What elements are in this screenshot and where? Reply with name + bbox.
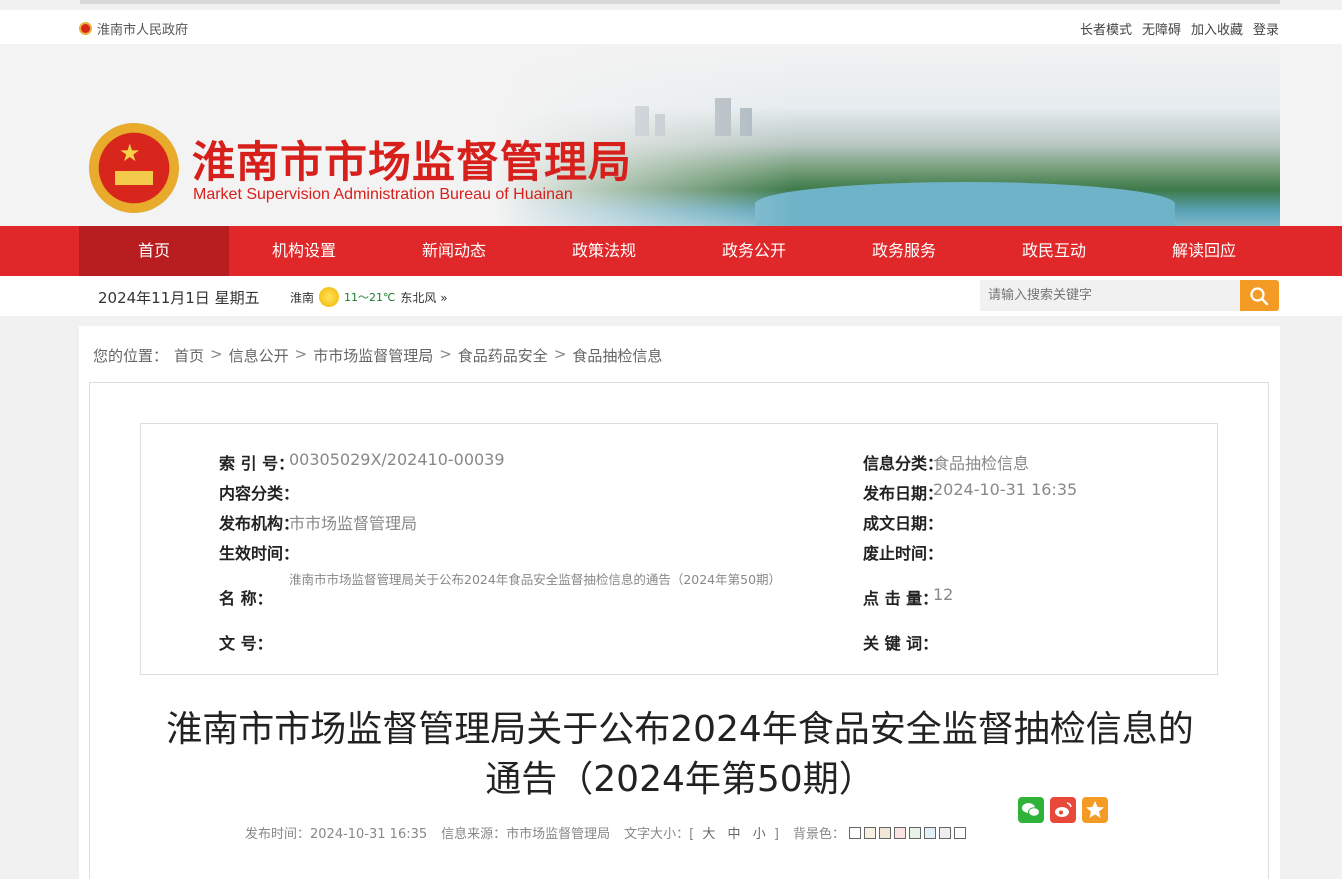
- search-icon: [1250, 287, 1269, 306]
- breadcrumb-separator: >: [294, 345, 308, 363]
- breadcrumb: 您的位置： 首页 > 信息公开 > 市市场监督管理局 > 食品药品安全 > 食品…: [93, 345, 662, 366]
- weather-widget[interactable]: 淮南 11～21℃ 东北风 »: [290, 287, 448, 307]
- national-emblem-logo: ★: [89, 123, 179, 215]
- nav-item-home[interactable]: 首页: [79, 226, 229, 276]
- top-strip-bar: [80, 0, 1280, 4]
- main-content: 您的位置： 首页 > 信息公开 > 市市场监督管理局 > 食品药品安全 > 食品…: [79, 326, 1280, 879]
- gov-home-link[interactable]: 淮南市人民政府: [79, 19, 188, 38]
- nav-item-organization[interactable]: 机构设置: [229, 226, 379, 276]
- article-title-line1: 淮南市市场监督管理局关于公布2024年食品安全监督抽检信息的: [166, 709, 1194, 750]
- effective-label: 生效时间：: [219, 544, 300, 563]
- article-panel: 索 引 号： 00305029X/202410-00039 信息分类： 食品抽检…: [89, 382, 1269, 879]
- breadcrumb-bureau[interactable]: 市市场监督管理局: [313, 345, 433, 366]
- org-value: 市市场监督管理局: [289, 514, 418, 533]
- site-title-en: Market Supervision Administration Bureau…: [193, 186, 573, 203]
- article-title: 淮南市市场监督管理局关于公布2024年食品安全监督抽检信息的 通告（2024年第…: [130, 705, 1230, 805]
- bg-color-swatch[interactable]: [938, 826, 951, 839]
- nav-item-services[interactable]: 政务服务: [829, 226, 979, 276]
- name-value: 淮南市市场监督管理局关于公布2024年食品安全监督抽检信息的通告（2024年第5…: [289, 572, 782, 587]
- breadcrumb-separator: >: [553, 345, 567, 363]
- top-bar: 淮南市人民政府 长者模式 无障碍 加入收藏 登录: [0, 10, 1342, 44]
- breadcrumb-food-inspection[interactable]: 食品抽检信息: [572, 345, 662, 366]
- top-strip: [0, 0, 1342, 10]
- bg-color-swatch[interactable]: [953, 826, 966, 839]
- org-label: 发布机构：: [219, 514, 300, 533]
- info-source: 信息来源：市市场监督管理局: [441, 827, 611, 842]
- index-value: 00305029X/202410-00039: [289, 450, 505, 469]
- font-large-link[interactable]: 大: [702, 827, 715, 842]
- favorite-star-icon[interactable]: [1082, 797, 1108, 823]
- bg-color-swatch[interactable]: [848, 826, 861, 839]
- pubdate-value: 2024-10-31 16:35: [933, 480, 1078, 499]
- name-label: 名 称：: [219, 589, 273, 608]
- bg-color-swatch[interactable]: [878, 826, 891, 839]
- bg-color-label: 背景色：: [792, 827, 845, 842]
- breadcrumb-separator: >: [439, 345, 452, 363]
- clicks-value: 12: [933, 585, 954, 604]
- wechat-share-icon[interactable]: [1018, 797, 1044, 823]
- font-size-close: ]: [773, 827, 779, 842]
- metadata-table: 索 引 号： 00305029X/202410-00039 信息分类： 食品抽检…: [140, 423, 1218, 675]
- font-small-link[interactable]: 小: [753, 827, 766, 842]
- content-category-label: 内容分类：: [219, 484, 300, 503]
- weather-city: 淮南: [290, 290, 315, 305]
- clicks-label: 点 击 量：: [863, 589, 939, 608]
- breadcrumb-separator: >: [210, 345, 223, 363]
- docno-label: 文 号：: [219, 634, 273, 653]
- login-link[interactable]: 登录: [1253, 19, 1279, 38]
- index-label: 索 引 号：: [219, 454, 295, 473]
- bg-color-swatches: [848, 826, 966, 839]
- font-medium-link[interactable]: 中: [728, 827, 741, 842]
- font-size-control: 文字大小：[ 大 中 小 ]: [624, 823, 779, 842]
- font-size-label: 文字大小：[: [624, 827, 695, 842]
- nav-item-gov-info[interactable]: 政务公开: [679, 226, 829, 276]
- expire-label: 废止时间：: [863, 544, 944, 563]
- main-nav: 首页 机构设置 新闻动态 政策法规 政务公开 政务服务 政民互动 解读回应: [0, 226, 1342, 276]
- created-date-label: 成文日期：: [863, 514, 944, 533]
- gov-home-label: 淮南市人民政府: [97, 23, 189, 38]
- nav-item-interpretation[interactable]: 解读回应: [1129, 226, 1279, 276]
- top-links: 长者模式 无障碍 加入收藏 登录: [1080, 19, 1279, 38]
- current-date: 2024年11月1日 星期五: [98, 289, 260, 307]
- category-value: 食品抽检信息: [933, 454, 1030, 473]
- breadcrumb-home[interactable]: 首页: [174, 345, 204, 366]
- nav-item-policy[interactable]: 政策法规: [529, 226, 679, 276]
- elder-mode-link[interactable]: 长者模式: [1080, 19, 1132, 38]
- site-header: ★ 淮南市市场监督管理局 Market Supervision Administ…: [0, 44, 1342, 226]
- weibo-share-icon[interactable]: [1050, 797, 1076, 823]
- publish-time: 发布时间：2024-10-31 16:35: [245, 827, 428, 842]
- weather-wind: 东北风 »: [400, 290, 448, 305]
- keywords-label: 关 键 词：: [863, 634, 939, 653]
- bg-color-swatch[interactable]: [923, 826, 936, 839]
- search-box: [980, 280, 1279, 311]
- bg-color-swatch[interactable]: [908, 826, 921, 839]
- site-title: 淮南市市场监督管理局: [192, 138, 632, 188]
- weather-temp: 11～21℃: [344, 291, 396, 304]
- breadcrumb-info-public[interactable]: 信息公开: [229, 345, 289, 366]
- info-bar: 2024年11月1日 星期五 淮南 11～21℃ 东北风 »: [0, 276, 1342, 316]
- add-favorite-link[interactable]: 加入收藏: [1191, 19, 1243, 38]
- breadcrumb-food-drug[interactable]: 食品药品安全: [458, 345, 548, 366]
- accessibility-link[interactable]: 无障碍: [1142, 19, 1181, 38]
- pubdate-label: 发布日期：: [863, 484, 944, 503]
- bg-color-swatch[interactable]: [893, 826, 906, 839]
- bg-color-swatch[interactable]: [863, 826, 876, 839]
- breadcrumb-prefix: 您的位置：: [93, 347, 169, 365]
- share-buttons: [1018, 797, 1108, 823]
- search-input[interactable]: [980, 280, 1240, 311]
- nav-item-interaction[interactable]: 政民互动: [979, 226, 1129, 276]
- category-label: 信息分类：: [863, 454, 944, 473]
- search-button[interactable]: [1240, 280, 1279, 311]
- national-emblem-icon: [79, 22, 92, 35]
- nav-item-news[interactable]: 新闻动态: [379, 226, 529, 276]
- publish-info: 发布时间：2024-10-31 16:35 信息来源：市市场监督管理局 文字大小…: [245, 823, 980, 842]
- sunny-icon: [319, 287, 340, 307]
